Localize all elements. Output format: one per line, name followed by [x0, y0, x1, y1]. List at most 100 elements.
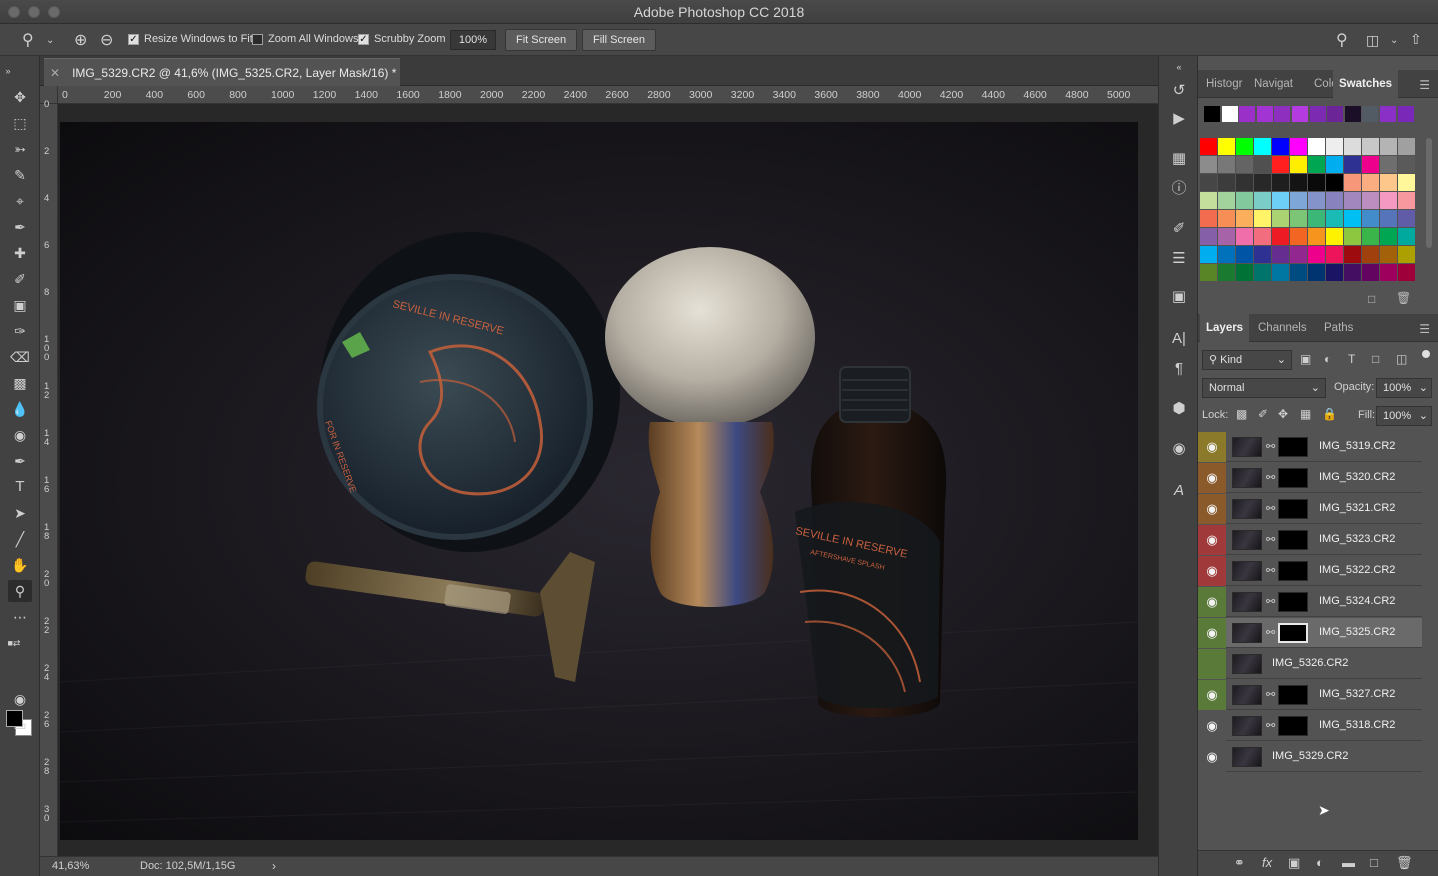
color-swatch[interactable] [1326, 246, 1343, 263]
layer-thumbnail[interactable] [1232, 499, 1262, 519]
layer-mask-thumbnail[interactable] [1278, 499, 1308, 519]
actions-panel-icon[interactable]: ▶ [1168, 108, 1190, 130]
color-swatch[interactable] [1398, 192, 1415, 209]
color-swatch[interactable] [1254, 264, 1271, 281]
color-swatch[interactable] [1290, 246, 1307, 263]
layer-thumbnail[interactable] [1232, 623, 1262, 643]
zoom-all-windows-checkbox[interactable]: Zoom All Windows [252, 33, 358, 45]
recent-swatch[interactable] [1256, 106, 1273, 122]
color-swatch[interactable] [1218, 264, 1235, 281]
layer-row[interactable]: ◉ ⚯ IMG_5321.CR2 [1198, 494, 1422, 524]
layer-mask-thumbnail[interactable] [1278, 592, 1308, 612]
color-swatch[interactable] [1290, 174, 1307, 191]
marquee-tool-icon[interactable]: ⬚ [8, 112, 32, 134]
color-swatch[interactable] [1200, 138, 1217, 155]
tab-navigator[interactable]: Navigat [1248, 70, 1299, 98]
color-swatch[interactable] [1236, 156, 1253, 173]
color-swatch[interactable] [1380, 192, 1397, 209]
recent-swatch[interactable] [1327, 106, 1344, 122]
zoom-level-field[interactable]: 100% [450, 30, 496, 50]
color-swatch[interactable] [1272, 210, 1289, 227]
color-swatch[interactable] [1326, 210, 1343, 227]
filter-type-icon[interactable]: T [1348, 352, 1355, 366]
layer-row[interactable]: ◉ ⚯ IMG_5325.CR2 [1198, 618, 1422, 648]
lock-all-icon[interactable]: 🔒 [1322, 407, 1337, 421]
history-panel-icon[interactable]: ↺ [1168, 80, 1190, 102]
color-swatch[interactable] [1200, 246, 1217, 263]
tab-channels[interactable]: Channels [1252, 314, 1313, 342]
mask-link-icon[interactable]: ⚯ [1266, 502, 1275, 515]
swatches-scrollbar[interactable] [1426, 138, 1432, 248]
color-swatch[interactable] [1290, 210, 1307, 227]
layer-thumbnail[interactable] [1232, 468, 1262, 488]
color-swatch[interactable] [1362, 156, 1379, 173]
layer-thumbnail[interactable] [1232, 654, 1262, 674]
info-panel-icon[interactable]: ⓘ [1168, 178, 1190, 200]
tab-paths[interactable]: Paths [1318, 314, 1359, 342]
color-swatch[interactable] [1272, 174, 1289, 191]
color-swatch[interactable] [1272, 264, 1289, 281]
layer-thumbnail[interactable] [1232, 437, 1262, 457]
adjustment-layer-icon[interactable]: ◐ [1316, 855, 1324, 870]
layer-row[interactable]: ◉ ⚯ IMG_5318.CR2 [1198, 711, 1422, 741]
image-canvas[interactable]: SEVILLE IN RESERVE FOR IN RESERVE SEVILL… [60, 122, 1138, 840]
new-swatch-icon[interactable]: □ [1368, 292, 1375, 306]
history-brush-tool-icon[interactable]: ✑ [8, 320, 32, 342]
color-swatch[interactable] [1254, 210, 1271, 227]
color-swatch[interactable] [1380, 138, 1397, 155]
zoom-tool-icon[interactable]: ⚲ [8, 580, 32, 602]
color-swatch[interactable] [1218, 174, 1235, 191]
filter-adjustment-icon[interactable]: ◐ [1324, 352, 1331, 366]
mask-link-icon[interactable]: ⚯ [1266, 564, 1275, 577]
color-swatch[interactable] [1362, 210, 1379, 227]
color-swatch[interactable] [1272, 246, 1289, 263]
mask-link-icon[interactable]: ⚯ [1266, 626, 1275, 639]
color-swatch[interactable] [1326, 174, 1343, 191]
recent-swatch[interactable] [1380, 106, 1396, 122]
lock-transparent-icon[interactable]: ▩ [1236, 407, 1247, 421]
path-selection-tool-icon[interactable]: ➤ [8, 502, 32, 524]
layer-mask-thumbnail[interactable] [1278, 437, 1308, 457]
color-swatch[interactable] [1398, 156, 1415, 173]
3d-panel-icon[interactable]: ⬢ [1168, 398, 1190, 420]
eraser-tool-icon[interactable]: ⌫ [8, 346, 32, 368]
color-swatch[interactable] [1398, 174, 1415, 191]
adjustments-panel-icon[interactable]: ▦ [1168, 148, 1190, 170]
color-swatch[interactable] [1218, 210, 1235, 227]
color-swatch[interactable] [1308, 246, 1325, 263]
layer-row[interactable]: IMG_5326.CR2 [1198, 649, 1422, 679]
color-swatch[interactable] [1308, 228, 1325, 245]
color-swatch[interactable] [1380, 246, 1397, 263]
color-swatch[interactable] [1200, 174, 1217, 191]
color-swatch[interactable] [1362, 246, 1379, 263]
type-tool-icon[interactable]: T [8, 476, 32, 498]
color-swatch[interactable] [1398, 228, 1415, 245]
layer-thumbnail[interactable] [1232, 747, 1262, 767]
share-icon[interactable]: ⇧ [1410, 31, 1422, 48]
layer-row[interactable]: ◉ ⚯ IMG_5324.CR2 [1198, 587, 1422, 617]
link-layers-icon[interactable]: ⚭ [1234, 855, 1245, 871]
color-swatch[interactable] [1218, 138, 1235, 155]
color-swatch[interactable] [1398, 138, 1415, 155]
color-swatch[interactable] [1272, 138, 1289, 155]
eye-visibility-icon[interactable]: ◉ [1198, 680, 1226, 710]
delete-swatch-icon[interactable]: 🗑 [1396, 291, 1411, 305]
color-swatch[interactable] [1236, 174, 1253, 191]
workspace-icon[interactable]: ◫ [1366, 32, 1379, 49]
color-swatch[interactable] [1254, 174, 1271, 191]
layer-thumbnail[interactable] [1232, 685, 1262, 705]
color-swatch[interactable] [1236, 138, 1253, 155]
tab-layers[interactable]: Layers [1200, 314, 1250, 342]
eye-visibility-icon[interactable]: ◉ [1198, 525, 1226, 555]
hand-tool-icon[interactable]: ✋ [8, 554, 32, 576]
eye-visibility-icon[interactable]: ◉ [1198, 742, 1226, 772]
color-swatch[interactable] [1272, 192, 1289, 209]
pen-tool-icon[interactable]: ✒ [8, 450, 32, 472]
lasso-tool-icon[interactable]: ➳ [8, 138, 32, 160]
zoom-in-icon[interactable]: ⊕ [74, 30, 87, 50]
filter-toggle-icon[interactable] [1422, 350, 1430, 358]
color-swatch[interactable] [1362, 174, 1379, 191]
delete-layer-icon[interactable]: 🗑 [1396, 855, 1413, 871]
brush-settings-icon[interactable]: ✐ [1168, 218, 1190, 240]
color-swatch[interactable] [1254, 192, 1271, 209]
